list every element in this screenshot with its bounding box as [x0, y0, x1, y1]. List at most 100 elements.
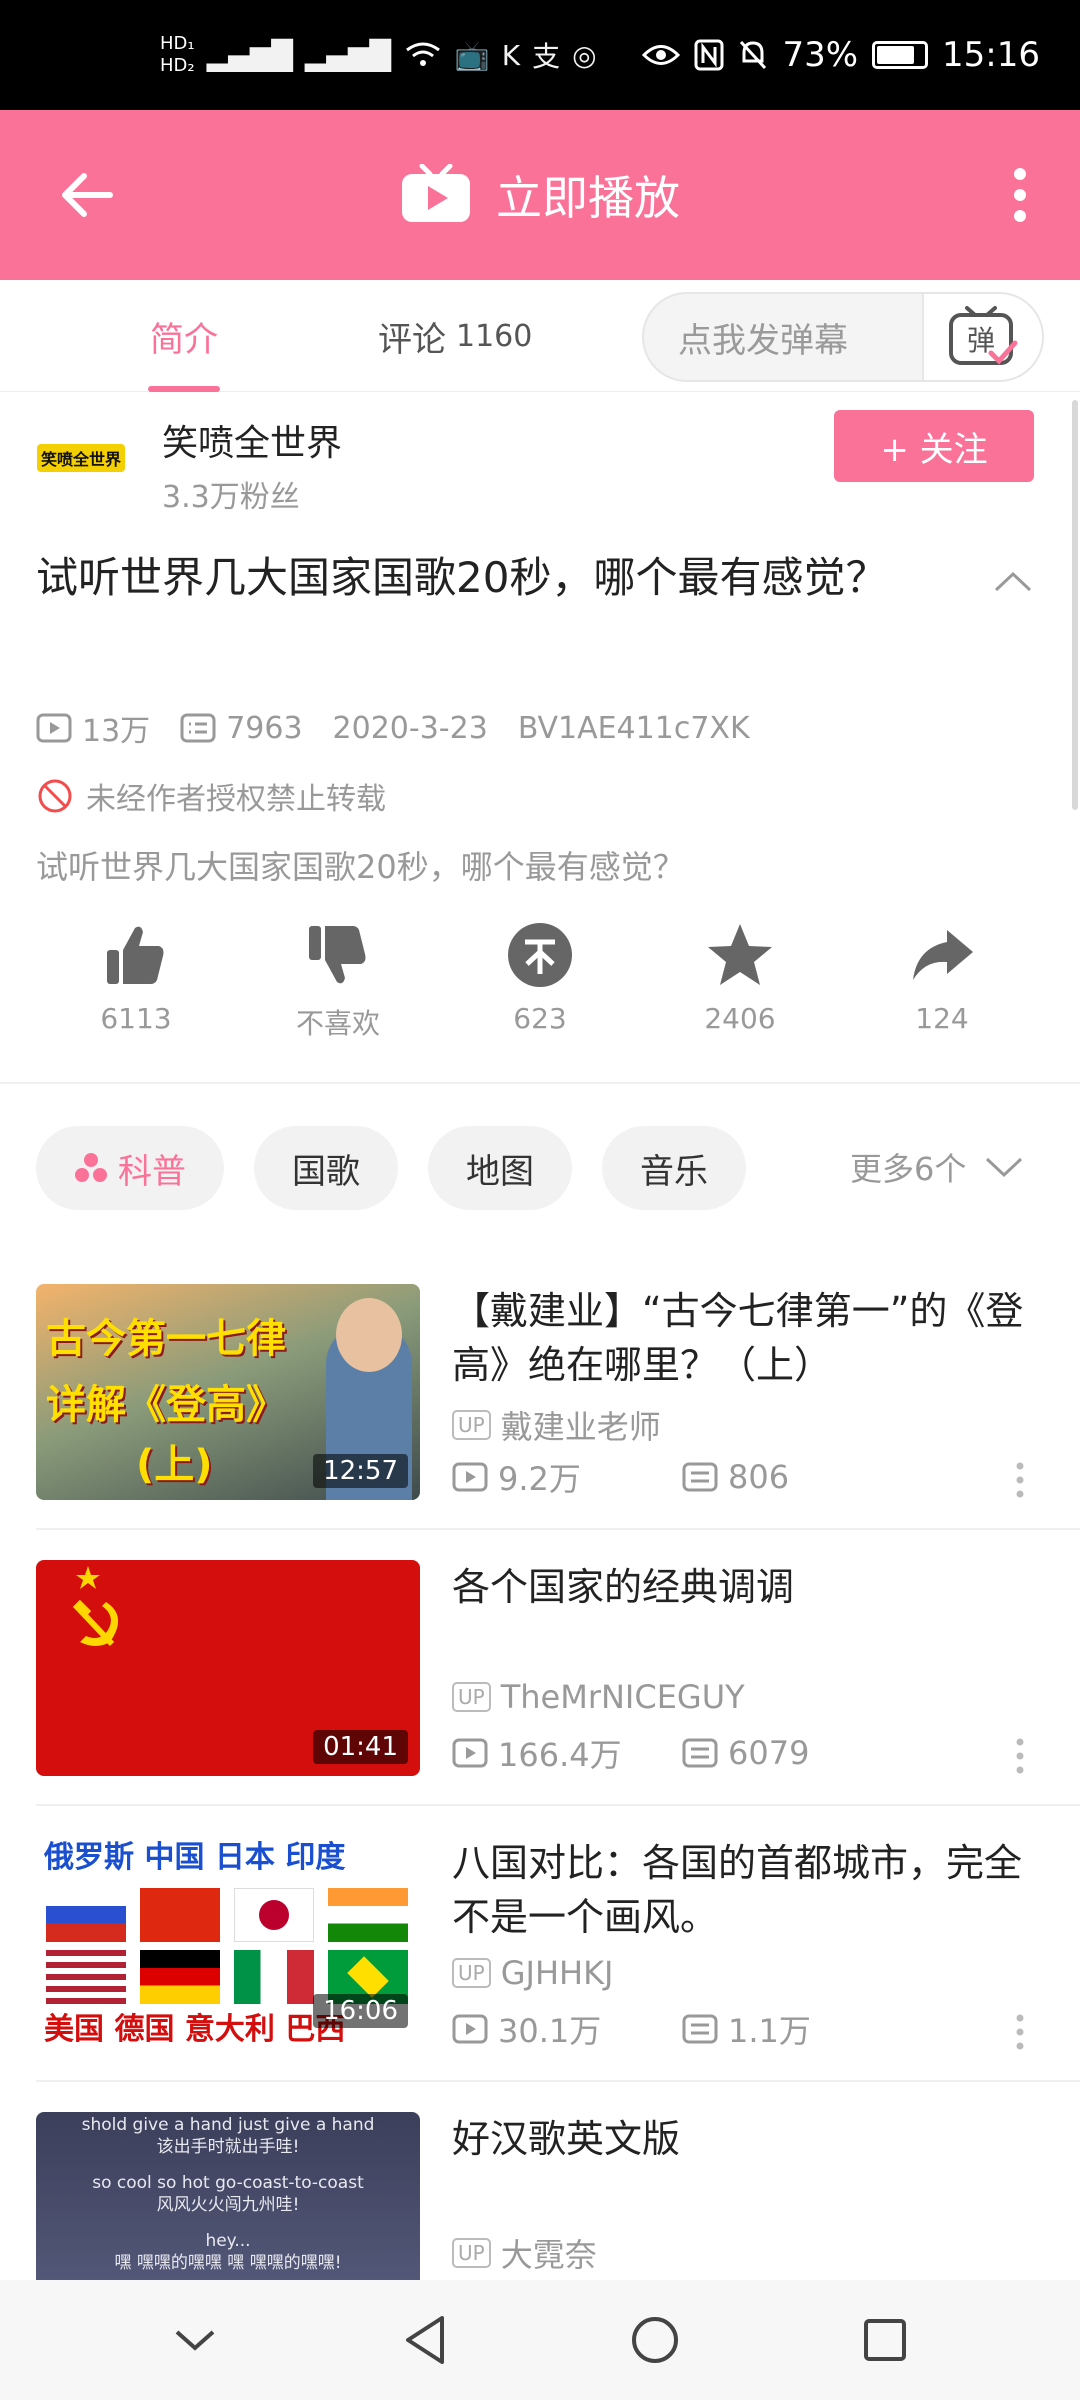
flag-india — [328, 1888, 408, 1942]
uploader-name: TheMrNICEGUY — [500, 1678, 745, 1716]
tag-list: 科普 国歌 地图 音乐 — [36, 1126, 746, 1210]
play-count-icon — [36, 713, 72, 743]
danmaku-count: 6079 — [728, 1734, 810, 1772]
share-count: 124 — [915, 1002, 969, 1035]
views-stat: 13万 — [36, 706, 150, 750]
divider — [36, 1804, 1080, 1806]
danmaku-button[interactable]: 弹 — [922, 294, 1042, 380]
more-options-button[interactable] — [990, 160, 1050, 230]
coin-button[interactable]: 623 — [470, 920, 610, 1035]
trio-circles-icon — [75, 1153, 107, 1182]
up-badge: UP — [452, 2238, 491, 2268]
uploader-name[interactable]: 笑喷全世界 — [162, 414, 342, 466]
back-button[interactable] — [52, 160, 122, 230]
thumb-caption: hey... — [205, 2231, 251, 2251]
share-icon — [913, 930, 973, 980]
more-vertical-icon[interactable] — [1010, 1460, 1030, 1500]
up-badge: UP — [452, 1958, 491, 1988]
video-duration: 12:57 — [313, 1454, 408, 1488]
like-button[interactable]: 6113 — [66, 920, 206, 1035]
related-stats: 9.2万 806 — [452, 1454, 789, 1500]
related-stats: 30.1万 1.1万 — [452, 2006, 811, 2052]
danmaku-input[interactable]: 点我发弹幕 — [644, 313, 922, 362]
circle-home-icon — [632, 2317, 678, 2363]
video-thumbnail[interactable]: 01:41 — [36, 1560, 420, 1776]
dislike-button[interactable]: 不喜欢 — [268, 920, 408, 1042]
no-repost-icon — [38, 779, 72, 813]
uploader-fans: 3.3万粉丝 — [162, 480, 300, 515]
tab-comments[interactable]: 评论 1160 — [378, 280, 532, 392]
video-thumbnail[interactable]: 古今第一七律 详解《登高》 (上) 12:57 — [36, 1284, 420, 1500]
flag-italy — [234, 1950, 314, 2004]
video-duration: 01:41 — [313, 1730, 408, 1764]
danmaku-stat: 7963 — [180, 711, 303, 746]
nav-recents-button[interactable] — [845, 2300, 925, 2380]
comments-count: 1160 — [456, 318, 533, 354]
play-count-icon — [452, 1462, 488, 1492]
tv-icon — [402, 164, 470, 222]
chevron-down-icon — [986, 1157, 1023, 1178]
more-tags-button[interactable]: 更多6个 — [850, 1144, 1024, 1190]
tag-map[interactable]: 地图 — [428, 1126, 572, 1210]
play-count-icon — [452, 2014, 488, 2044]
video-thumbnail[interactable]: shold give a hand just give a hand 该出手时就… — [36, 2112, 420, 2280]
tag-anthem[interactable]: 国歌 — [254, 1126, 398, 1210]
bvid: BV1AE411c7XK — [517, 710, 750, 746]
more-vertical-icon[interactable] — [1010, 1736, 1030, 1776]
uploader-name: 戴建业老师 — [500, 1408, 661, 1446]
nav-home-button[interactable] — [615, 2300, 695, 2380]
hd-indicator: HD₁ HD₂ — [160, 33, 195, 77]
status-right: 73% 15:16 — [642, 35, 1040, 75]
related-title: 各个国家的经典调调 — [452, 1565, 795, 1609]
chat-app-icon: ◎ — [572, 38, 597, 72]
tag-music[interactable]: 音乐 — [602, 1126, 746, 1210]
copyright-notice: 未经作者授权禁止转载 — [36, 774, 386, 818]
thumb-caption: 详解《登高》 — [46, 1382, 286, 1428]
back-arrow-icon — [62, 173, 113, 217]
views-count: 166.4万 — [498, 1736, 622, 1774]
tag-science[interactable]: 科普 — [36, 1126, 224, 1210]
uploader-row: 笑喷全世界 笑喷全世界 3.3万粉丝 + 关注 — [0, 400, 1080, 520]
related-video[interactable]: shold give a hand just give a hand 该出手时就… — [0, 2112, 1080, 2280]
views-count: 30.1万 — [498, 2012, 602, 2050]
uploader-name: 大霓奈 — [500, 2236, 597, 2274]
danmaku-tv-icon: 弹 — [949, 306, 1018, 365]
tag-label: 音乐 — [640, 1151, 708, 1192]
related-stats: 166.4万 6079 — [452, 1730, 809, 1776]
nfc-icon — [694, 39, 724, 71]
related-uploader: UP 戴建业老师 — [452, 1402, 661, 1448]
more-vertical-icon — [1014, 168, 1026, 222]
dislike-label: 不喜欢 — [295, 1007, 380, 1040]
chevron-up-icon[interactable] — [990, 560, 1036, 606]
thumb-caption: shold give a hand just give a hand — [81, 2115, 375, 2135]
scrollbar[interactable] — [1072, 400, 1078, 810]
divider — [0, 1082, 1080, 1084]
danmaku-count-icon — [682, 1462, 718, 1492]
related-video[interactable]: 古今第一七律 详解《登高》 (上) 12:57 【戴建业】“古今七律第一”的《登… — [0, 1284, 1080, 1560]
play-now-button[interactable]: 立即播放 — [400, 162, 680, 228]
favorite-button[interactable]: 2406 — [670, 920, 810, 1035]
play-count-icon — [452, 1738, 488, 1768]
publish-date: 2020-3-23 — [332, 710, 488, 746]
related-video[interactable]: 01:41 各个国家的经典调调 UP TheMrNICEGUY 166.4万 6… — [0, 1560, 1080, 1836]
flag-china — [140, 1888, 220, 1942]
more-vertical-icon[interactable] — [1010, 2012, 1030, 2052]
thumb-caption: 该出手时就出手哇! — [156, 2137, 300, 2157]
thumbs-down-icon — [309, 926, 366, 984]
video-thumbnail[interactable]: 俄罗斯 中国 日本 印度 美国 德国 意大利 巴西 16:06 — [36, 1836, 420, 2052]
views-stat: 166.4万 — [452, 1730, 682, 1776]
flag-germany — [140, 1950, 220, 2004]
battery-icon — [872, 41, 929, 69]
flag-japan — [234, 1888, 314, 1942]
follow-button[interactable]: + 关注 — [834, 410, 1034, 482]
related-uploader: UP TheMrNICEGUY — [452, 1678, 745, 1716]
uploader-avatar[interactable]: 笑喷全世界 — [34, 428, 128, 488]
person-head — [336, 1298, 402, 1372]
eye-icon — [642, 45, 681, 65]
nav-hide-button[interactable] — [155, 2300, 235, 2380]
thumb-caption: 风风火火闯九州哇! — [156, 2195, 300, 2215]
share-button[interactable]: 124 — [872, 920, 1012, 1035]
nav-back-button[interactable] — [385, 2300, 465, 2380]
related-video[interactable]: 俄罗斯 中国 日本 印度 美国 德国 意大利 巴西 16:06 八国对比：各国的… — [0, 1836, 1080, 2112]
tab-intro[interactable]: 简介 — [148, 280, 220, 392]
